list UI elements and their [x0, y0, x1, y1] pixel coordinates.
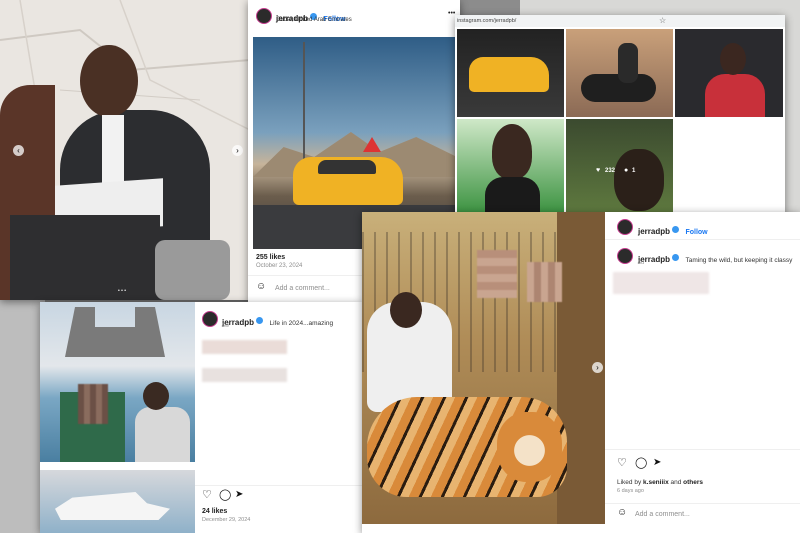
face-pixelated: [477, 250, 517, 298]
monitor: [10, 215, 160, 300]
verified-icon: [672, 226, 680, 234]
desk-ornament: [155, 240, 230, 300]
tiger-photo: ›: [362, 212, 605, 524]
grid-car-interior[interactable]: [675, 29, 783, 117]
like-count: 232: [605, 168, 616, 174]
car-window: [318, 160, 376, 174]
address-url[interactable]: instagram.com/jerradpb/: [457, 18, 516, 24]
divider: [195, 485, 362, 486]
username[interactable]: jerradpb: [638, 227, 670, 236]
face-pixelated: [527, 262, 562, 302]
red-jacket: [705, 74, 765, 117]
person-body: [485, 177, 540, 215]
heart-icon[interactable]: ♡: [202, 490, 212, 501]
blurred-comment: [613, 272, 709, 294]
avatar[interactable]: [617, 248, 633, 264]
verified-icon: [672, 254, 680, 262]
caption: Life in 2024...amazing: [269, 320, 334, 327]
man-shirt: [102, 115, 124, 185]
divider: [605, 503, 800, 504]
rider-shape: [618, 43, 638, 83]
comment-input[interactable]: Add a comment...: [275, 285, 330, 292]
car-shape: [469, 57, 549, 92]
liked-by-user[interactable]: k.seniiix: [643, 479, 669, 486]
divider: [605, 449, 800, 450]
carousel-next-icon[interactable]: ›: [232, 145, 243, 156]
person-profile: [492, 124, 532, 179]
office-photo-card: ‹ › • • •: [0, 0, 250, 300]
divider: [605, 239, 800, 240]
carousel-next-icon[interactable]: ›: [592, 362, 603, 373]
share-icon[interactable]: ➤: [653, 458, 661, 468]
person-right: [135, 407, 190, 462]
comment-icon[interactable]: ◯: [219, 490, 231, 501]
liked-by-others[interactable]: others: [683, 479, 703, 486]
avatar[interactable]: [256, 8, 272, 24]
star-icon[interactable]: ☆: [659, 16, 666, 25]
post-time: 6w: [222, 323, 230, 329]
person-cap: [614, 149, 664, 211]
comment-count-icon: ●: [624, 167, 629, 174]
location[interactable]: Dubai, United Arab Emirates: [276, 17, 352, 23]
post-date: December 29, 2024: [202, 517, 251, 523]
emoji-icon[interactable]: ☺: [617, 508, 627, 518]
road-sign: [363, 137, 381, 152]
like-count-icon: ♥: [596, 167, 601, 174]
carousel-prev-icon[interactable]: ‹: [13, 145, 24, 156]
backdrop-dark: [0, 300, 45, 533]
grid-yellow-lambo[interactable]: [457, 29, 564, 117]
tiger-head: [497, 412, 562, 482]
person-head: [720, 43, 746, 75]
grid-field[interactable]: [457, 119, 564, 215]
man-head: [390, 292, 422, 328]
avatar[interactable]: [617, 219, 633, 235]
man-head: [80, 45, 138, 117]
post-date: 6 days ago: [617, 488, 644, 494]
blurred-comment: [202, 368, 287, 382]
caption: Taming the wild, but keeping it classy: [685, 257, 793, 264]
verified-icon: [256, 317, 264, 325]
yacht-post-card: jerradpb Life in 2024...amazing 6w ♡ ◯ ➤…: [40, 302, 362, 533]
carousel-dots: • • •: [118, 288, 127, 294]
follow-button[interactable]: Follow: [685, 229, 707, 236]
avatar[interactable]: [202, 311, 218, 327]
yacht: [55, 492, 170, 520]
dubai-skyline-photo: [40, 302, 195, 462]
building: [65, 307, 165, 357]
likes-count[interactable]: 24 likes: [202, 508, 227, 515]
street-lamp: [303, 42, 305, 162]
share-icon[interactable]: ➤: [235, 490, 243, 500]
emoji-icon[interactable]: ☺: [256, 282, 266, 292]
grid-portrait[interactable]: ♥ 232 ● 1: [566, 119, 673, 215]
post-date: October 23, 2024: [256, 263, 303, 269]
yacht-photo: [40, 470, 195, 533]
liked-by-prefix: Liked by: [617, 479, 644, 486]
person-right-head: [143, 382, 169, 410]
tiger-post-card: › jerradpb Follow jerradpb Taming the wi…: [362, 212, 800, 533]
face-pixelated: [78, 384, 108, 424]
liked-by-suffix: and: [668, 479, 684, 486]
blurred-comment: [202, 340, 287, 354]
likes-count[interactable]: 255 likes: [256, 254, 285, 261]
comment-input[interactable]: Add a comment...: [635, 511, 690, 518]
comment-icon[interactable]: ◯: [635, 458, 647, 469]
heart-icon[interactable]: ♡: [617, 458, 627, 469]
profile-grid-card: instagram.com/jerradpb/ ☆ ♥ 232 ● 1: [455, 15, 785, 215]
comment-count: 1: [632, 168, 636, 174]
post-time: 6d: [638, 260, 645, 266]
grid-motorcycle[interactable]: [566, 29, 673, 117]
